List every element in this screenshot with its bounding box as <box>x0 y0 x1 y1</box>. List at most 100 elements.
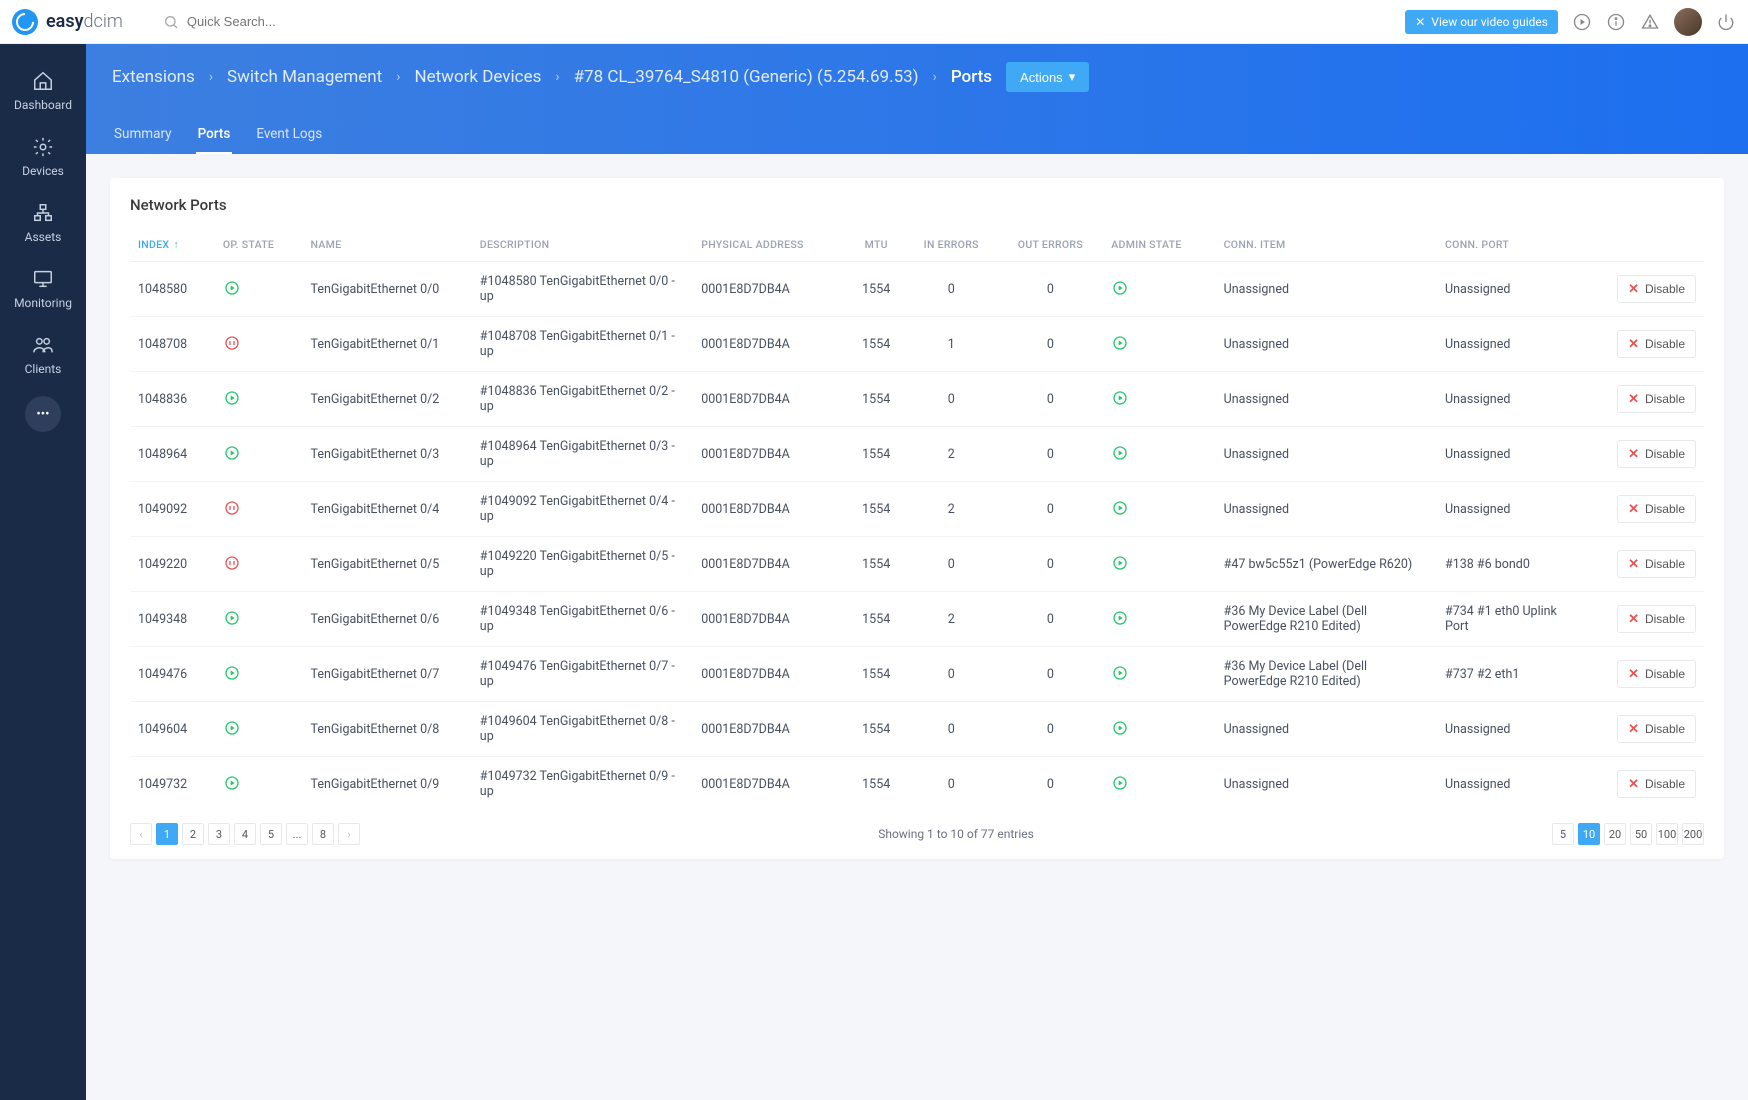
video-guides-button[interactable]: ✕ View our video guides <box>1405 10 1558 34</box>
column-header[interactable]: ADMIN STATE <box>1103 228 1215 262</box>
content: Extensions › Switch Management › Network… <box>86 44 1748 1100</box>
disable-button[interactable]: ✕Disable <box>1617 495 1696 523</box>
disable-button[interactable]: ✕Disable <box>1617 330 1696 358</box>
page-prev[interactable]: ‹ <box>130 823 152 845</box>
search-input[interactable] <box>187 14 487 29</box>
column-header[interactable]: CONN. PORT <box>1437 228 1580 262</box>
disable-button[interactable]: ✕Disable <box>1617 440 1696 468</box>
info-icon[interactable] <box>1606 12 1626 32</box>
cell-physical-address: 0001E8D7DB4A <box>693 757 847 812</box>
column-header[interactable]: NAME <box>303 228 472 262</box>
cell-index: 1049092 <box>130 482 215 537</box>
page-header: Extensions › Switch Management › Network… <box>86 44 1748 154</box>
column-header[interactable]: DESCRIPTION <box>472 228 693 262</box>
close-icon[interactable]: ✕ <box>1415 15 1425 29</box>
disable-button[interactable]: ✕Disable <box>1617 715 1696 743</box>
cell-in-errors: 2 <box>905 427 998 482</box>
crumb-extensions[interactable]: Extensions <box>112 67 195 87</box>
table-row: 1048964TenGigabitEthernet 0/3#1048964 Te… <box>130 427 1704 482</box>
cell-op-state <box>215 592 303 647</box>
page-number[interactable]: 1 <box>156 823 178 845</box>
cell-in-errors: 0 <box>905 647 998 702</box>
cell-actions: ✕Disable <box>1580 317 1704 372</box>
cell-mtu: 1554 <box>848 317 905 372</box>
sidebar-label: Clients <box>25 362 62 376</box>
users-icon <box>32 334 54 356</box>
cell-index: 1049732 <box>130 757 215 812</box>
table-row: 1049220TenGigabitEthernet 0/5#1049220 Te… <box>130 537 1704 592</box>
disable-button[interactable]: ✕Disable <box>1617 275 1696 303</box>
cell-mtu: 1554 <box>848 702 905 757</box>
cell-physical-address: 0001E8D7DB4A <box>693 262 847 317</box>
page-number[interactable]: 5 <box>260 823 282 845</box>
column-header[interactable]: PHYSICAL ADDRESS <box>693 228 847 262</box>
network-ports-panel: Network Ports INDEX↑OP. STATENAMEDESCRIP… <box>110 178 1724 859</box>
sidebar-item-dashboard[interactable]: Dashboard <box>0 58 86 124</box>
assets-icon <box>32 202 54 224</box>
gear-icon <box>32 136 54 158</box>
cell-conn-item: #36 My Device Label (Dell PowerEdge R210… <box>1216 647 1437 702</box>
cell-out-errors: 0 <box>998 262 1104 317</box>
page-number[interactable]: 2 <box>182 823 204 845</box>
table-row: 1049732TenGigabitEthernet 0/9#1049732 Te… <box>130 757 1704 812</box>
state-up-icon <box>1111 664 1129 682</box>
crumb-device[interactable]: #78 CL_39764_S4810 (Generic) (5.254.69.5… <box>574 67 919 87</box>
cell-out-errors: 0 <box>998 537 1104 592</box>
sidebar-item-assets[interactable]: Assets <box>0 190 86 256</box>
crumb-network-devices[interactable]: Network Devices <box>414 67 541 87</box>
page-size-option[interactable]: 50 <box>1630 823 1652 845</box>
avatar[interactable] <box>1674 8 1702 36</box>
chevron-right-icon: › <box>933 69 937 85</box>
page-number[interactable]: 8 <box>312 823 334 845</box>
table-row: 1049476TenGigabitEthernet 0/7#1049476 Te… <box>130 647 1704 702</box>
column-header[interactable]: MTU <box>848 228 905 262</box>
cell-name: TenGigabitEthernet 0/4 <box>303 482 472 537</box>
column-header[interactable]: IN ERRORS <box>905 228 998 262</box>
cell-conn-port: Unassigned <box>1437 702 1580 757</box>
tab-summary[interactable]: Summary <box>112 116 174 154</box>
cell-index: 1049604 <box>130 702 215 757</box>
tab-event-logs[interactable]: Event Logs <box>254 116 324 154</box>
page-size-option[interactable]: 100 <box>1656 823 1678 845</box>
page-next[interactable]: › <box>338 823 360 845</box>
page-size-option[interactable]: 200 <box>1682 823 1704 845</box>
search-wrap <box>163 14 487 30</box>
page-size-option[interactable]: 5 <box>1552 823 1574 845</box>
disable-button[interactable]: ✕Disable <box>1617 385 1696 413</box>
sidebar: Dashboard Devices Assets Monitoring Clie… <box>0 44 86 1100</box>
play-icon[interactable] <box>1572 12 1592 32</box>
disable-button[interactable]: ✕Disable <box>1617 770 1696 798</box>
table-row: 1049348TenGigabitEthernet 0/6#1049348 Te… <box>130 592 1704 647</box>
tab-ports[interactable]: Ports <box>196 116 233 154</box>
sidebar-item-clients[interactable]: Clients <box>0 322 86 388</box>
actions-dropdown[interactable]: Actions ▾ <box>1006 62 1089 92</box>
page-size-option[interactable]: 10 <box>1578 823 1600 845</box>
table-row: 1048580TenGigabitEthernet 0/0#1048580 Te… <box>130 262 1704 317</box>
cell-name: TenGigabitEthernet 0/7 <box>303 647 472 702</box>
sidebar-item-monitoring[interactable]: Monitoring <box>0 256 86 322</box>
page-size-option[interactable]: 20 <box>1604 823 1626 845</box>
cell-actions: ✕Disable <box>1580 427 1704 482</box>
cell-actions: ✕Disable <box>1580 647 1704 702</box>
page-number[interactable]: 3 <box>208 823 230 845</box>
column-header[interactable]: CONN. ITEM <box>1216 228 1437 262</box>
state-up-icon <box>223 279 241 297</box>
alert-icon[interactable] <box>1640 12 1660 32</box>
cell-actions: ✕Disable <box>1580 702 1704 757</box>
sidebar-more-button[interactable]: ••• <box>25 396 61 432</box>
logo-text-light: dcim <box>84 11 123 32</box>
cell-out-errors: 0 <box>998 757 1104 812</box>
column-header[interactable]: OP. STATE <box>215 228 303 262</box>
sidebar-item-devices[interactable]: Devices <box>0 124 86 190</box>
disable-button[interactable]: ✕Disable <box>1617 550 1696 578</box>
logo[interactable]: easydcim <box>12 9 123 35</box>
cell-op-state <box>215 702 303 757</box>
disable-button[interactable]: ✕Disable <box>1617 605 1696 633</box>
column-header[interactable]: OUT ERRORS <box>998 228 1104 262</box>
column-header[interactable]: INDEX↑ <box>130 228 215 262</box>
page-number[interactable]: 4 <box>234 823 256 845</box>
power-icon[interactable] <box>1716 12 1736 32</box>
crumb-switch-management[interactable]: Switch Management <box>227 67 382 87</box>
search-icon <box>163 14 179 30</box>
disable-button[interactable]: ✕Disable <box>1617 660 1696 688</box>
